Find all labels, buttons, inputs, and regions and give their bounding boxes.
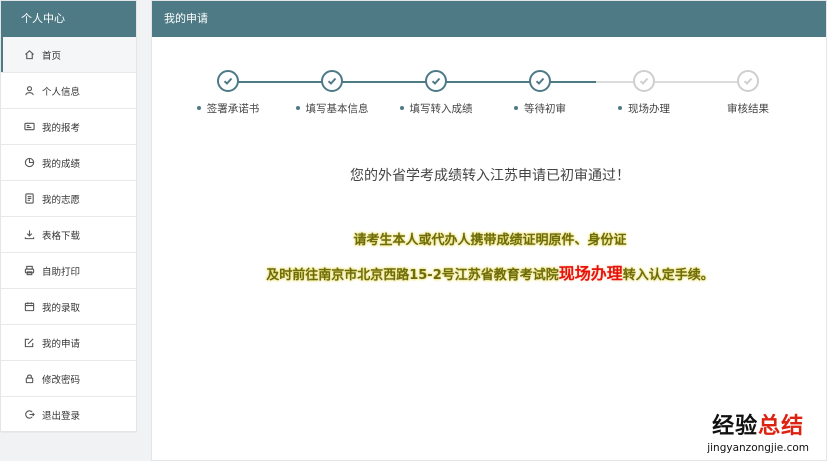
- bullet-dot: [618, 106, 622, 110]
- step-label: 填写转入成绩: [409, 103, 473, 115]
- check-icon: [737, 70, 759, 92]
- home-icon: [23, 49, 35, 61]
- sidebar-item-print[interactable]: 自助打印: [1, 253, 136, 289]
- bullet-dot: [295, 106, 300, 110]
- check-icon: [633, 70, 655, 92]
- step-on-site: 现场办理: [589, 70, 699, 116]
- bullet-dot: [399, 106, 404, 110]
- sidebar-item-scores[interactable]: 我的成绩: [1, 145, 136, 181]
- notice-highlight: 现场办理: [558, 264, 623, 283]
- sidebar: 个人中心 首页 个人信息 我的报考 我的成绩 我的志愿 表格下载 自助打印 我的…: [0, 0, 137, 433]
- sidebar-item-label: 首页: [42, 50, 62, 62]
- step-label: 审核结果: [727, 103, 769, 115]
- notice-line-2: 及时前往南京市北京西路15-2号江苏省教育考试院现场办理转入认定手续。: [152, 260, 827, 284]
- main-panel: 我的申请 签署承诺书 填写基本信息 填写转入成绩 等待初审 现场办理 审核结果 …: [151, 0, 827, 461]
- step-label: 签署承诺书: [206, 103, 260, 115]
- step-label: 现场办理: [628, 103, 670, 115]
- sidebar-item-label: 我的报考: [42, 122, 81, 134]
- check-icon: [217, 70, 239, 92]
- sidebar-item-logout[interactable]: 退出登录: [1, 397, 136, 433]
- pie-chart-icon: [23, 157, 35, 169]
- step-label: 填写基本信息: [305, 103, 369, 115]
- sidebar-title: 个人中心: [1, 1, 136, 37]
- progress-steps: 签署承诺书 填写基本信息 填写转入成绩 等待初审 现场办理 审核结果: [152, 70, 827, 130]
- step-sign-commitment: 签署承诺书: [173, 70, 283, 116]
- document-icon: [23, 193, 35, 205]
- notice-suffix: 转入认定手续。: [622, 268, 714, 283]
- sidebar-item-label: 修改密码: [42, 374, 81, 386]
- sidebar-item-label: 表格下载: [42, 230, 81, 242]
- download-icon: [23, 229, 35, 241]
- check-icon: [321, 70, 343, 92]
- sidebar-item-preferences[interactable]: 我的志愿: [1, 181, 136, 217]
- printer-icon: [23, 265, 35, 277]
- notice-line-1: 请考生本人或代办人携带成绩证明原件、身份证: [353, 233, 627, 248]
- step-basic-info: 填写基本信息: [277, 70, 387, 116]
- step-initial-review: 等待初审: [485, 70, 595, 116]
- notice-prefix: 及时前往南京市北京西路15-2号江苏省教育考试院: [266, 268, 559, 283]
- step-result: 审核结果: [693, 70, 803, 116]
- sidebar-item-home[interactable]: 首页: [1, 37, 136, 73]
- status-message: 您的外省学考成绩转入江苏申请已初审通过！: [350, 168, 630, 184]
- sidebar-item-profile[interactable]: 个人信息: [1, 73, 136, 109]
- sidebar-item-label: 我的申请: [42, 338, 81, 350]
- step-label: 等待初审: [524, 103, 566, 115]
- lock-icon: [23, 373, 35, 385]
- id-card-icon: [23, 121, 35, 133]
- calendar-icon: [23, 301, 35, 313]
- sidebar-item-label: 我的录取: [42, 302, 81, 314]
- sidebar-item-label: 我的志愿: [42, 194, 81, 206]
- page-title: 我的申请: [152, 1, 826, 37]
- sidebar-item-downloads[interactable]: 表格下载: [1, 217, 136, 253]
- check-icon: [425, 70, 447, 92]
- sidebar-item-label: 个人信息: [42, 86, 81, 98]
- logout-icon: [23, 409, 35, 421]
- sidebar-item-registration[interactable]: 我的报考: [1, 109, 136, 145]
- user-icon: [23, 85, 35, 97]
- sidebar-item-label: 自助打印: [42, 266, 81, 278]
- sidebar-item-label: 我的成绩: [42, 158, 81, 170]
- bullet-dot: [514, 106, 518, 110]
- sidebar-item-change-password[interactable]: 修改密码: [1, 361, 136, 397]
- bullet-dot: [196, 106, 201, 110]
- sidebar-item-applications[interactable]: 我的申请: [1, 325, 136, 361]
- step-transfer-scores: 填写转入成绩: [381, 70, 491, 116]
- check-icon: [529, 70, 551, 92]
- sidebar-item-admission[interactable]: 我的录取: [1, 289, 136, 325]
- sidebar-item-label: 退出登录: [42, 410, 81, 422]
- edit-icon: [23, 337, 35, 349]
